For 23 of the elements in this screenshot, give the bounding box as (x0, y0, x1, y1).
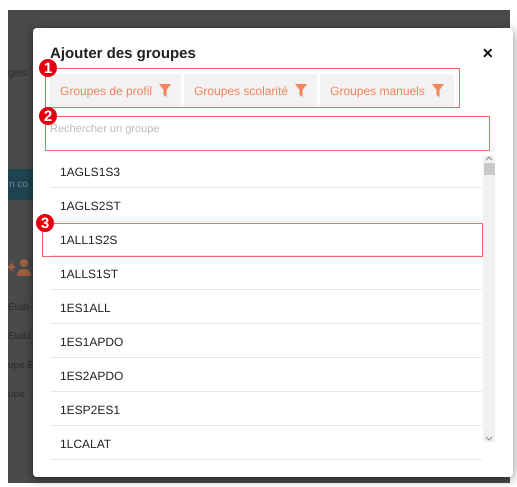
close-button[interactable]: × (478, 44, 497, 62)
group-item[interactable]: 1ALL1S2S (50, 224, 482, 256)
scrollbar[interactable] (483, 155, 495, 442)
filter-icon (159, 84, 172, 97)
add-people-icon (8, 258, 33, 276)
group-item[interactable]: 1ESP2ES1 (50, 394, 482, 426)
filter-icon (432, 84, 444, 97)
group-item[interactable]: 1LCALAT (50, 428, 482, 460)
step-number: 2 (39, 107, 57, 125)
scroll-up-icon (485, 155, 493, 161)
background-text: n co (8, 169, 33, 200)
group-item[interactable]: 1ES2APDO (50, 360, 482, 392)
group-item[interactable]: 1AGLS2ST (50, 190, 482, 222)
step-number: 1 (39, 59, 57, 77)
group-item[interactable]: 1ES1ALL (50, 292, 482, 324)
scroll-thumb[interactable] (484, 163, 494, 175)
dialog-title: Ajouter des groupes (50, 44, 196, 62)
group-item[interactable]: 1AGLS1S3 (50, 156, 482, 188)
step-number: 3 (36, 214, 54, 232)
filter-icon (295, 84, 308, 97)
group-item[interactable]: 1ALLS1ST (50, 258, 482, 290)
group-item[interactable]: 1ES1APDO (50, 326, 482, 358)
scroll-down-icon (485, 436, 493, 442)
